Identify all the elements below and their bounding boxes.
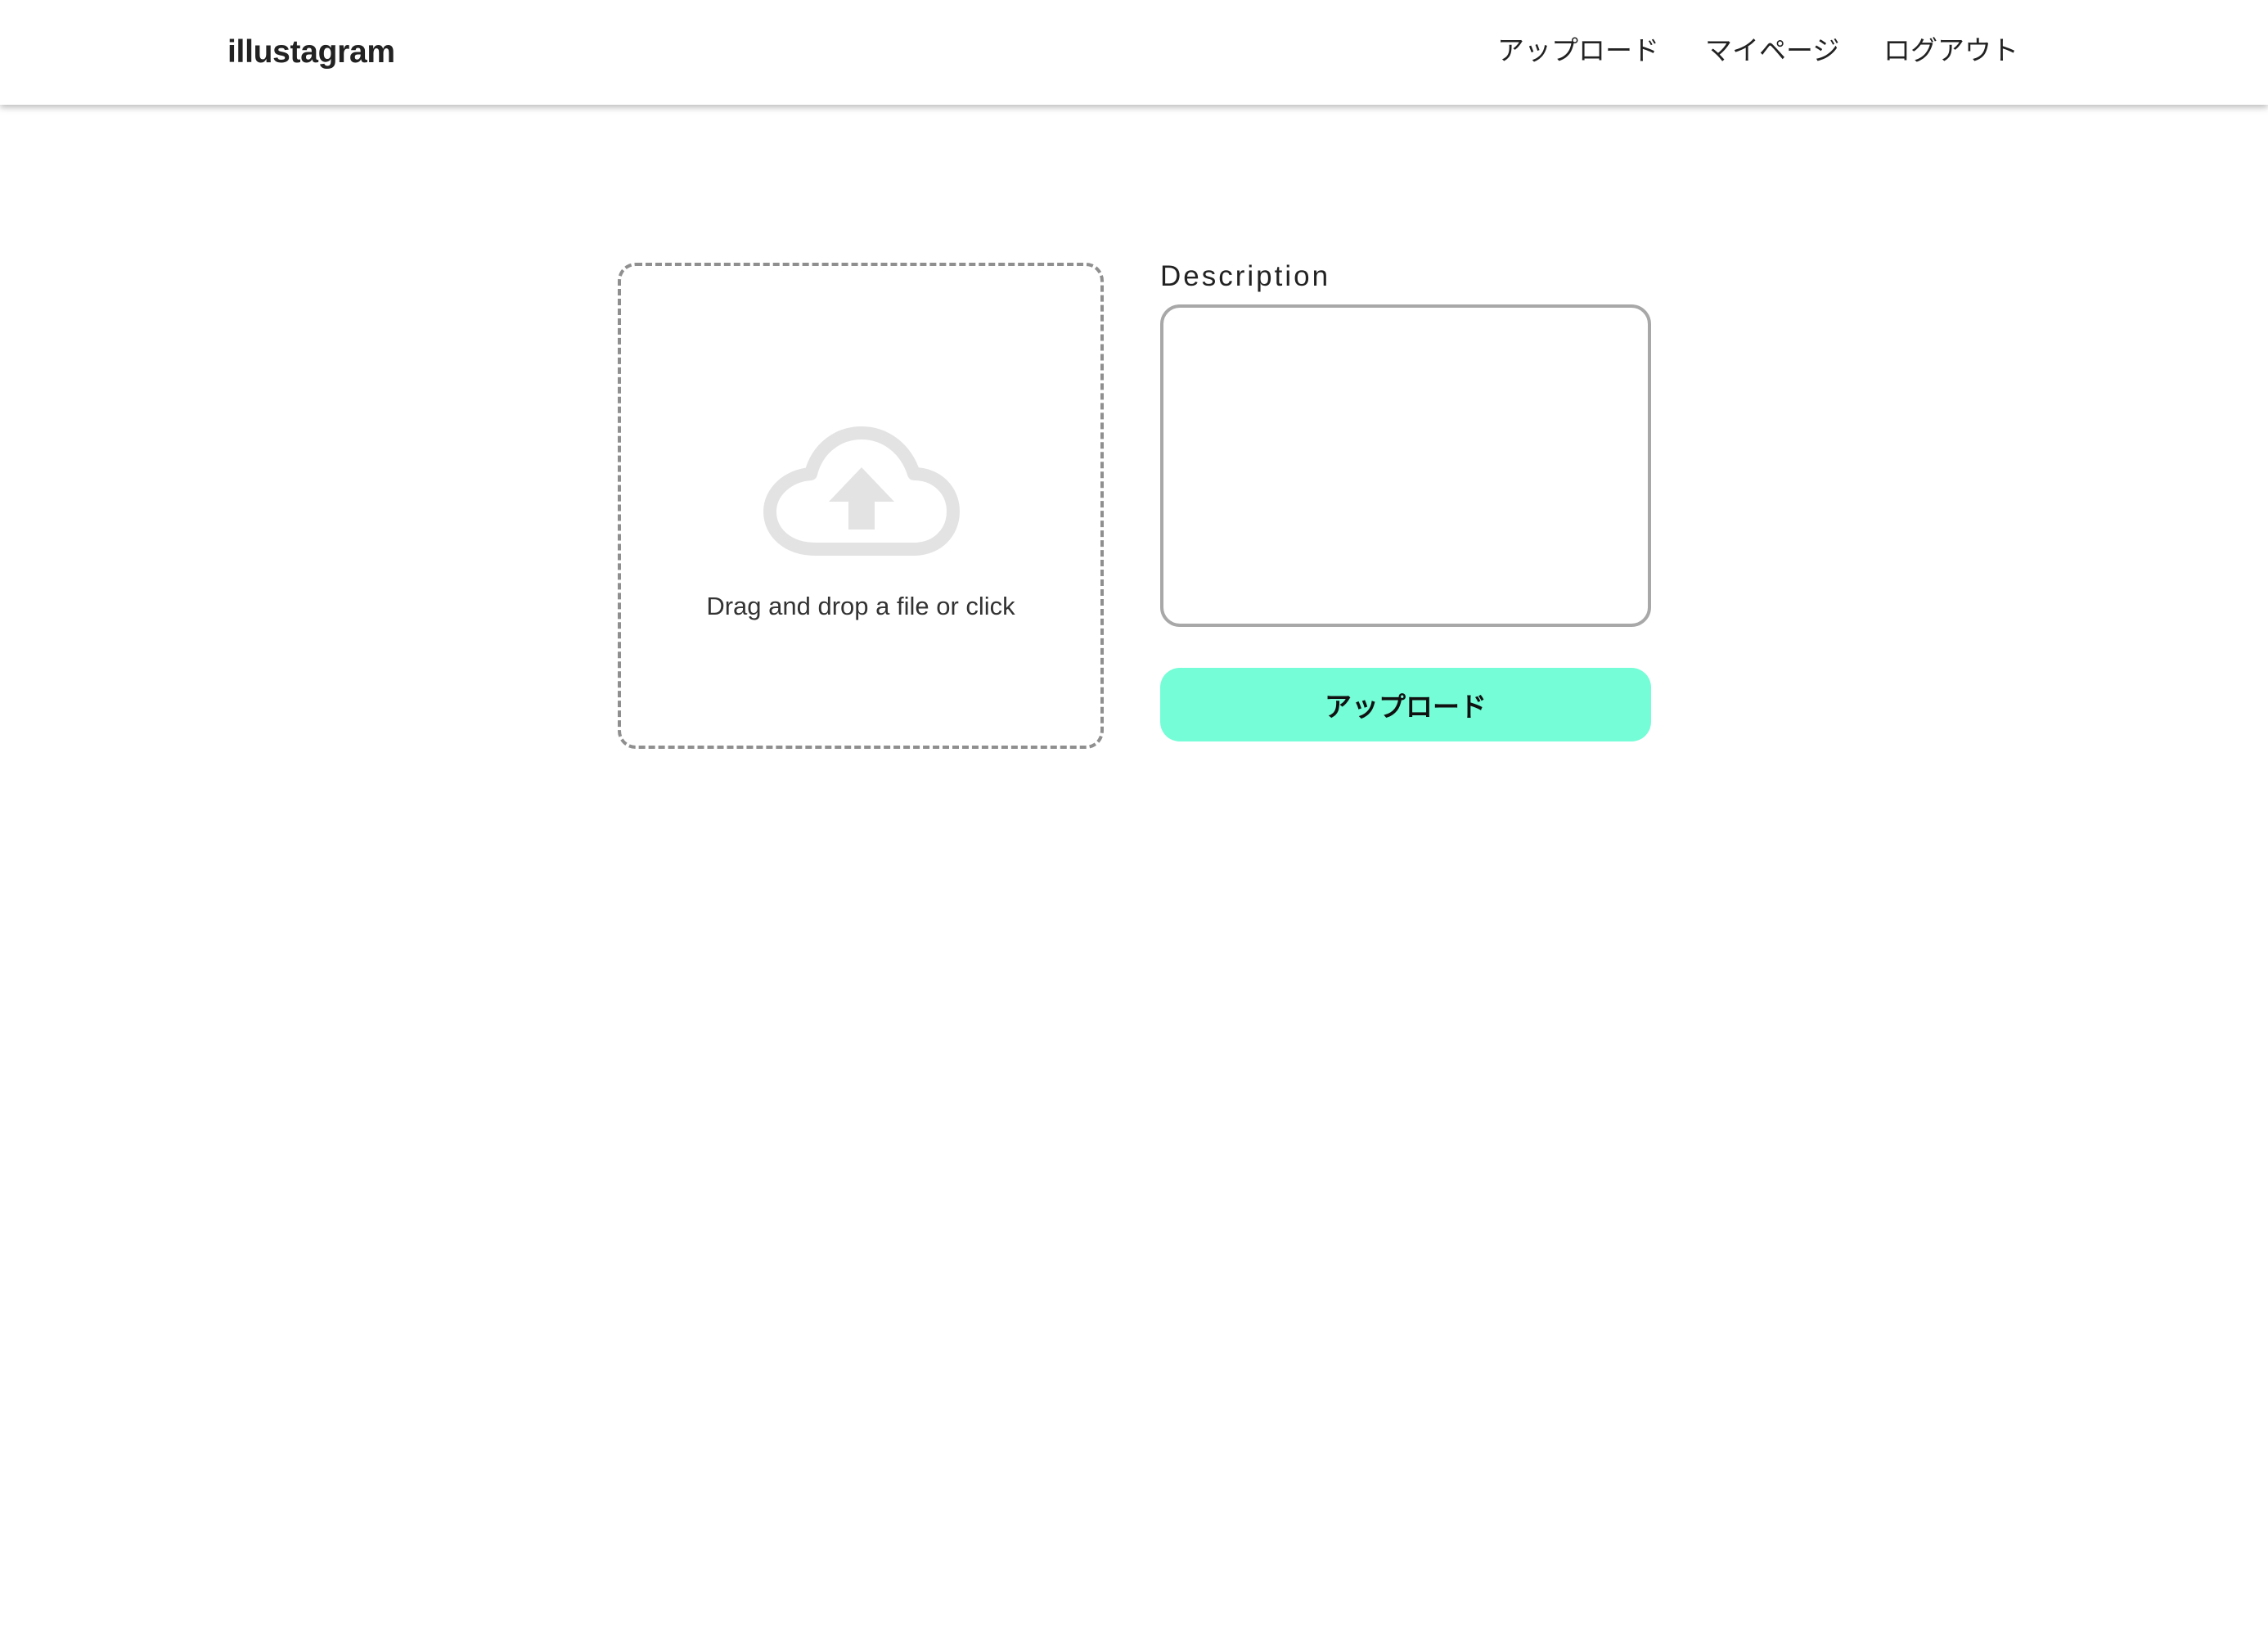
upload-submit-button[interactable]: アップロード (1160, 668, 1651, 741)
nav-link-upload[interactable]: アップロード (1497, 29, 1659, 72)
file-dropzone[interactable]: Drag and drop a file or click (618, 263, 1104, 749)
description-label: Description (1160, 260, 1331, 292)
nav-link-logout[interactable]: ログアウト (1883, 29, 2018, 72)
dropzone-instruction: Drag and drop a file or click (706, 592, 1015, 620)
nav-link-mypage[interactable]: マイページ (1705, 29, 1839, 72)
brand-logo[interactable]: illustagram (227, 31, 395, 74)
top-navbar: illustagram アップロード マイページ ログアウト (0, 0, 2268, 105)
cloud-upload-icon (763, 426, 960, 556)
description-textarea[interactable] (1160, 304, 1651, 627)
